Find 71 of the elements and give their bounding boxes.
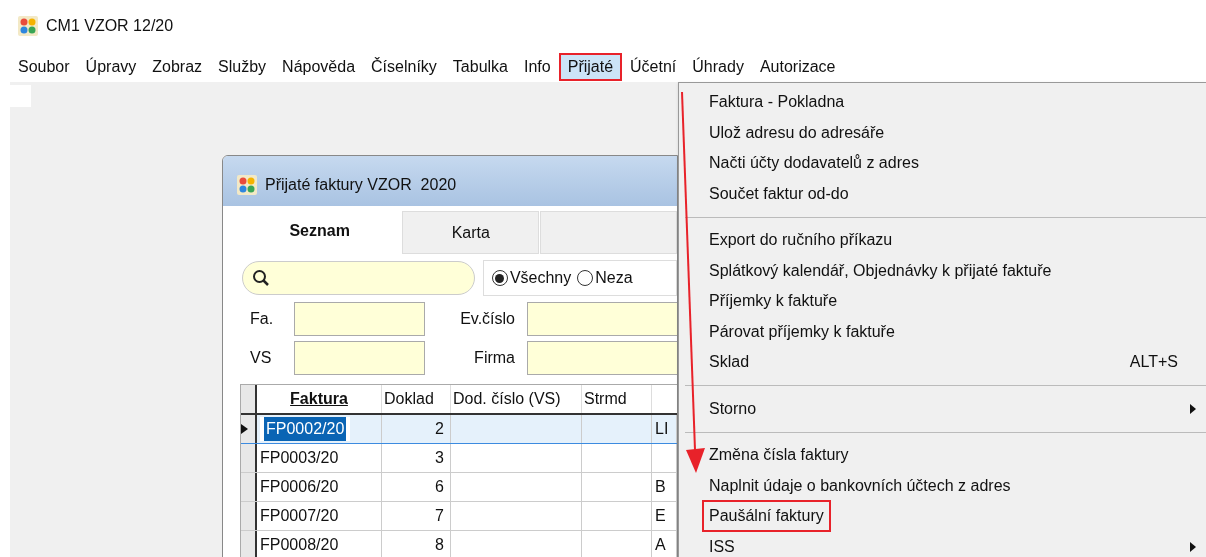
- submenu-arrow-icon: [1190, 403, 1196, 414]
- menu-item[interactable]: Účetní: [622, 53, 685, 81]
- submenu-arrow-icon: [1190, 541, 1196, 552]
- table-row[interactable]: FP0003/20 3: [241, 444, 677, 473]
- table-cell-text: LI: [655, 419, 669, 439]
- table-cell-text: A: [655, 535, 666, 555]
- shortcut-label: ALT+S: [1129, 352, 1178, 373]
- window-title: Přijaté faktury VZOR 2020: [265, 175, 457, 195]
- menu-item[interactable]: Soubor: [10, 53, 78, 81]
- field-label: VS: [250, 348, 273, 368]
- menu-item[interactable]: Nápověda: [274, 53, 364, 81]
- current-row-icon: [241, 424, 248, 434]
- radio-label: Všechny: [509, 268, 572, 288]
- menu-item[interactable]: Služby: [210, 53, 275, 81]
- dropdown-item[interactable]: Změna čísla faktury: [709, 443, 849, 468]
- table-row[interactable]: FP0008/20 8 A: [241, 531, 677, 557]
- column-header[interactable]: Doklad: [382, 385, 451, 413]
- field-label: Firma: [473, 348, 516, 368]
- dropdown-item[interactable]: Ulož adresu do adresáře: [709, 120, 885, 145]
- input-field[interactable]: [294, 302, 425, 336]
- menu-item[interactable]: Číselníky: [363, 53, 445, 81]
- dropdown-item[interactable]: Načti účty dodavatelů z adres: [709, 151, 919, 176]
- radio-label: Neza: [595, 268, 633, 288]
- table-cell-text: B: [655, 477, 666, 497]
- dropdown-item[interactable]: Naplnit údaje o bankovních účtech z adres: [709, 473, 1011, 498]
- table-cell-text: E: [655, 506, 666, 526]
- menu-item[interactable]: Zobraz: [144, 53, 211, 81]
- dropdown-item[interactable]: ISS: [709, 534, 735, 557]
- dropdown-item[interactable]: Příjemky k faktuře: [709, 289, 838, 314]
- dropdown-item[interactable]: Export do ručního příkazu: [709, 228, 893, 253]
- dropdown-item[interactable]: Paušální faktury: [702, 500, 831, 533]
- column-header[interactable]: Dod. číslo (VS): [451, 385, 582, 413]
- menu-item[interactable]: Úpravy: [77, 53, 145, 81]
- app-logo-icon: [18, 16, 38, 36]
- table-cell-text: FP0003/20: [260, 448, 339, 468]
- search-field[interactable]: [242, 261, 475, 295]
- input-field[interactable]: [527, 341, 677, 375]
- table-cell-text: FP0006/20: [260, 477, 339, 497]
- table-cell-text: 3: [435, 448, 444, 468]
- search-icon: [252, 269, 270, 287]
- table-cell-text: FP0008/20: [260, 535, 339, 555]
- menu-item[interactable]: Přijaté: [558, 53, 623, 81]
- app-title: CM1 VZOR 12/20: [46, 16, 174, 36]
- menu-item[interactable]: Úhrady: [684, 53, 752, 81]
- table-cell-text: 2: [435, 419, 444, 439]
- dropdown-item[interactable]: Párovat příjemky k faktuře: [709, 319, 895, 344]
- input-field[interactable]: [294, 341, 425, 375]
- table-row[interactable]: FP0007/20 7 E: [241, 502, 677, 531]
- tab[interactable]: Karta: [402, 211, 540, 254]
- app-logo-icon: [237, 175, 257, 195]
- table-cell-text: FP0007/20: [260, 506, 339, 526]
- field-label: Fa.: [250, 309, 275, 329]
- menu-item[interactable]: Info: [516, 53, 559, 81]
- dropdown-item[interactable]: Sklad: [709, 350, 750, 375]
- menu-item[interactable]: Autorizace: [751, 53, 844, 81]
- menu-item[interactable]: Tabulka: [444, 53, 516, 81]
- input-field[interactable]: [527, 302, 677, 336]
- table-row[interactable]: FP0006/20 6 B: [241, 473, 677, 502]
- dropdown-item[interactable]: Storno: [709, 396, 757, 421]
- field-label: Ev.číslo: [459, 309, 516, 329]
- column-header[interactable]: Faktura: [257, 385, 382, 413]
- column-header[interactable]: Strmd: [582, 385, 652, 413]
- tab[interactable]: [540, 211, 677, 254]
- table-cell: FP0002/20: [260, 417, 351, 441]
- table-cell-text: 7: [435, 506, 444, 526]
- dropdown-item[interactable]: Splátkový kalendář, Objednávky k přijaté faktuře: [709, 258, 1052, 283]
- table-cell-text: 6: [435, 477, 444, 497]
- table-cell-text: 8: [435, 535, 444, 555]
- table-row[interactable]: FP0002/20 2 LI: [241, 415, 677, 444]
- dropdown-item[interactable]: Faktura - Pokladna: [709, 90, 845, 115]
- dropdown-item[interactable]: Součet faktur od-do: [709, 181, 849, 206]
